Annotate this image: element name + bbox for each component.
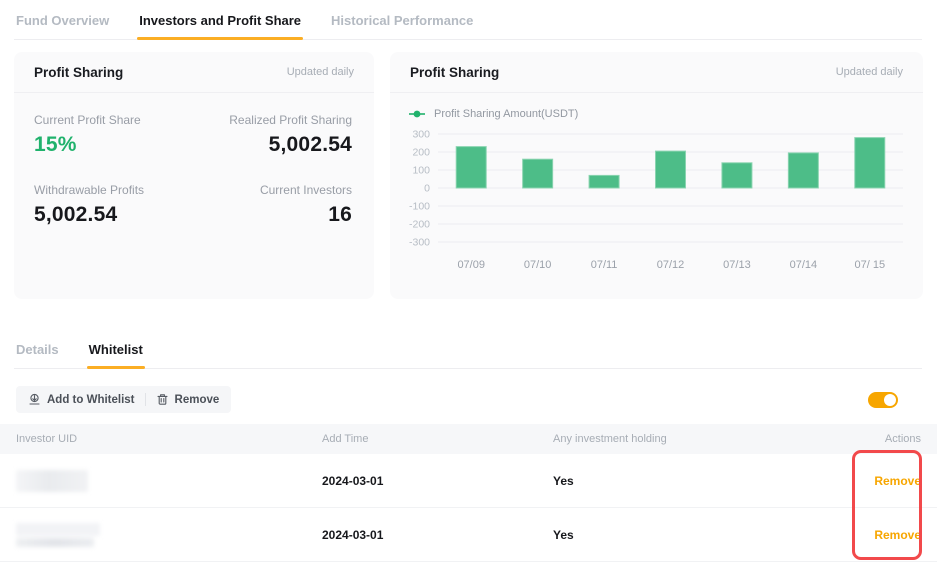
updated-daily-badge: Updated daily: [836, 66, 903, 78]
trash-icon: [156, 393, 169, 406]
remove-button[interactable]: Remove: [156, 393, 220, 406]
bar: [523, 159, 553, 188]
chart-legend: Profit Sharing Amount(USDT): [390, 93, 923, 120]
legend-line-marker-icon: [408, 110, 426, 118]
tab-investors-and-profit-share[interactable]: Investors and Profit Share: [137, 9, 303, 39]
add-time-cell: 2024-03-01: [322, 528, 553, 542]
x-tick-label: 07/09: [457, 259, 485, 271]
redacted-investor-uid: [16, 470, 322, 492]
redacted-investor-uid: [16, 523, 322, 547]
tab-details[interactable]: Details: [14, 338, 61, 368]
bar: [855, 138, 885, 188]
x-tick-label: 07/11: [591, 259, 618, 271]
x-tick-label: 07/14: [790, 259, 818, 271]
y-tick-label: 0: [424, 183, 430, 195]
y-tick-label: 300: [412, 129, 430, 141]
tab-fund-overview[interactable]: Fund Overview: [14, 9, 111, 39]
profit-sharing-chart-card: Profit Sharing Updated daily Profit Shar…: [390, 52, 923, 299]
profit-sharing-bar-chart: 300 200 100 0 -100 -200 -300 07/09 07/10 07/11 07/…: [404, 126, 909, 278]
column-header-investor-uid: Investor UID: [16, 433, 322, 445]
y-tick-label: 200: [412, 147, 430, 159]
tab-historical-performance[interactable]: Historical Performance: [329, 9, 475, 39]
holding-cell: Yes: [553, 474, 841, 488]
card-title: Profit Sharing: [410, 65, 499, 80]
summary-stats: Current Profit Share 15% Realized Profit…: [14, 93, 374, 227]
toolbar-divider: [145, 393, 146, 406]
table-header-row: Investor UID Add Time Any investment hol…: [0, 424, 937, 454]
bar: [589, 175, 619, 188]
bar: [788, 153, 818, 188]
x-tick-label: 07/12: [657, 259, 685, 271]
remove-button-label: Remove: [175, 394, 220, 406]
table-row: 2024-03-01 Yes Remove: [0, 454, 937, 508]
add-time-cell: 2024-03-01: [322, 474, 553, 488]
x-tick-label: 07/ 15: [854, 259, 885, 271]
stat-current-investors: Current Investors 16: [193, 183, 352, 227]
y-tick-label: -300: [409, 237, 430, 249]
whitelist-toggle[interactable]: [868, 392, 898, 408]
stat-current-profit-share: Current Profit Share 15%: [34, 113, 193, 157]
legend-label: Profit Sharing Amount(USDT): [434, 108, 578, 120]
card-header: Profit Sharing Updated daily: [14, 52, 374, 93]
y-tick-label: -200: [409, 219, 430, 231]
tab-whitelist[interactable]: Whitelist: [87, 338, 145, 368]
stat-value: 5,002.54: [193, 133, 352, 157]
whitelist-table: Investor UID Add Time Any investment hol…: [0, 424, 937, 562]
table-row: 2024-03-01 Yes Remove: [0, 508, 937, 562]
row-remove-link[interactable]: Remove: [874, 474, 921, 488]
card-header: Profit Sharing Updated daily: [390, 52, 923, 93]
stat-label: Realized Profit Sharing: [193, 113, 352, 127]
stat-value: 5,002.54: [34, 203, 193, 227]
stat-withdrawable-profits: Withdrawable Profits 5,002.54: [34, 183, 193, 227]
bar: [456, 147, 486, 188]
fund-management-page: Fund Overview Investors and Profit Share…: [0, 0, 937, 579]
row-remove-link[interactable]: Remove: [874, 528, 921, 542]
top-tab-bar: Fund Overview Investors and Profit Share…: [14, 9, 922, 40]
add-to-whitelist-label: Add to Whitelist: [47, 394, 135, 406]
bar: [656, 151, 686, 188]
column-header-add-time: Add Time: [322, 433, 553, 445]
whitelist-toolbar: Add to Whitelist Remove: [16, 386, 231, 413]
column-header-any-investment-holding: Any investment holding: [553, 433, 841, 445]
chart-area: 300 200 100 0 -100 -200 -300 07/09 07/10 07/11 07/…: [390, 120, 923, 283]
sub-tab-bar: Details Whitelist: [14, 338, 922, 369]
add-to-whitelist-button[interactable]: Add to Whitelist: [28, 393, 135, 406]
stat-realized-profit-sharing: Realized Profit Sharing 5,002.54: [193, 113, 352, 157]
y-tick-label: -100: [409, 201, 430, 213]
x-tick-label: 07/13: [723, 259, 751, 271]
card-title: Profit Sharing: [34, 65, 123, 80]
bar: [722, 163, 752, 188]
profit-sharing-summary-card: Profit Sharing Updated daily Current Pro…: [14, 52, 374, 299]
stat-label: Current Investors: [193, 183, 352, 197]
x-tick-label: 07/10: [524, 259, 552, 271]
updated-daily-badge: Updated daily: [287, 66, 354, 78]
add-to-whitelist-icon: [28, 393, 41, 406]
stat-label: Withdrawable Profits: [34, 183, 193, 197]
toggle-knob: [884, 394, 896, 406]
stat-value: 15%: [34, 133, 193, 157]
stat-value: 16: [193, 203, 352, 227]
stat-label: Current Profit Share: [34, 113, 193, 127]
column-header-actions: Actions: [841, 433, 921, 445]
y-tick-label: 100: [412, 165, 430, 177]
holding-cell: Yes: [553, 528, 841, 542]
